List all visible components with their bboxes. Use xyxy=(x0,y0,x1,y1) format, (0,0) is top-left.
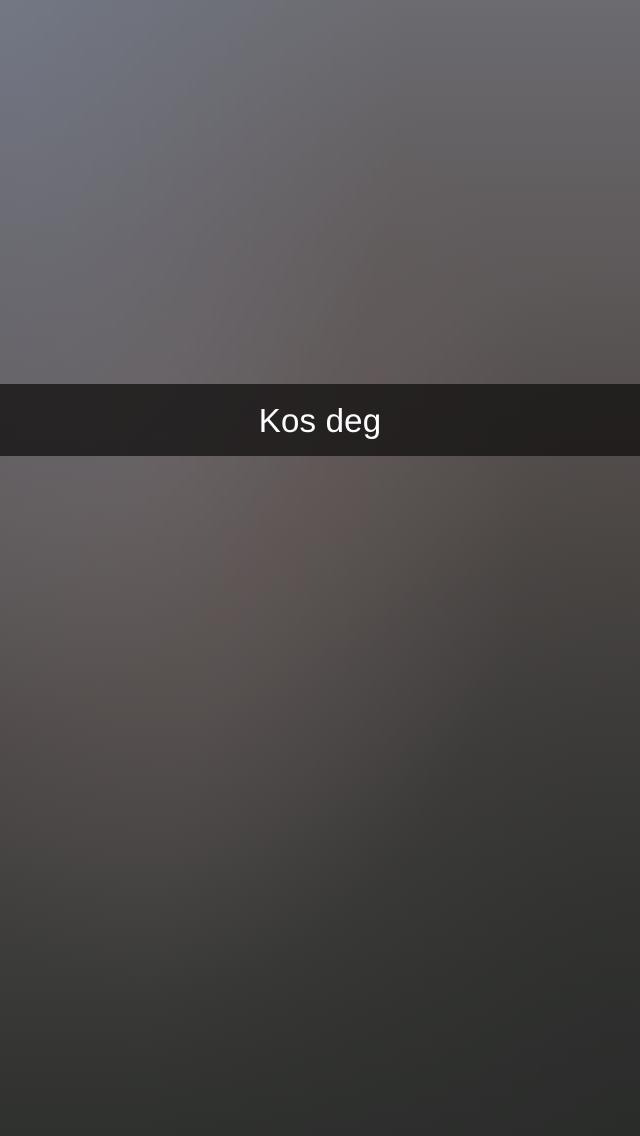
snap-photo-view[interactable]: Kos deg xyxy=(0,0,640,1136)
caption-bar[interactable]: Kos deg xyxy=(0,384,640,456)
photo-background xyxy=(0,0,640,1136)
caption-text: Kos deg xyxy=(258,401,382,439)
